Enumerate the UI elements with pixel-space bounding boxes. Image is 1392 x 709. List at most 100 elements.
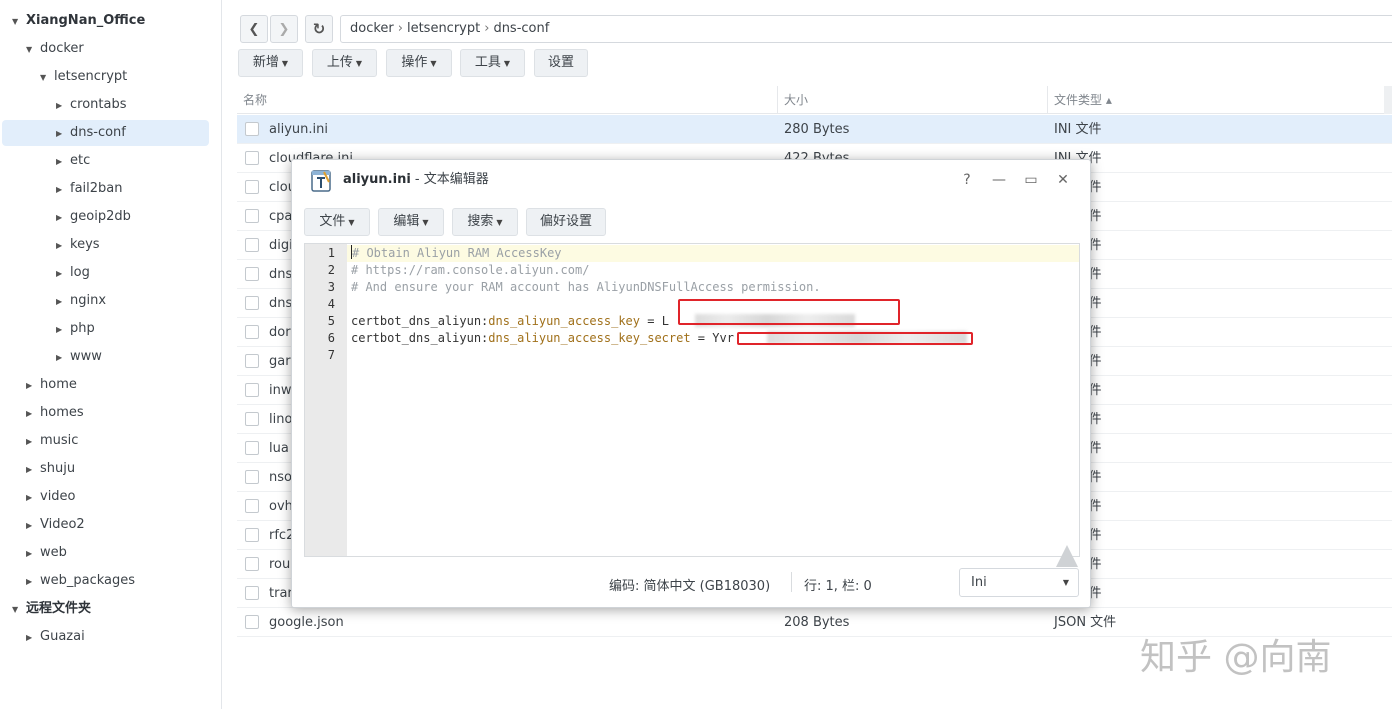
editor-menu-button[interactable]: 编辑 ▼ [378, 208, 444, 236]
resize-grip-icon[interactable] [1056, 545, 1078, 567]
tree-item-label: nginx [70, 293, 107, 308]
help-button[interactable]: ? [956, 168, 978, 192]
editor-menu-button[interactable]: 偏好设置 [526, 208, 606, 236]
caret-right-icon[interactable]: ▶ [26, 625, 38, 651]
tree-item[interactable]: ▶ home [26, 372, 77, 398]
row-checkbox[interactable] [245, 151, 259, 165]
path-segment[interactable]: letsencrypt [407, 21, 480, 36]
row-checkbox[interactable] [245, 499, 259, 513]
tree-item[interactable]: ▶ Video2 [26, 512, 85, 538]
table-row[interactable]: aliyun.ini 280 Bytes INI 文件 [237, 115, 1392, 144]
caret-right-icon[interactable]: ▶ [26, 429, 38, 455]
tree-item[interactable]: ▼ XiangNan_Office [12, 8, 145, 34]
caret-right-icon[interactable]: ▶ [26, 457, 38, 483]
tree-item-label: keys [70, 237, 100, 252]
tree-item[interactable]: ▼ docker [26, 36, 84, 62]
tree-item[interactable]: ▶ shuju [26, 456, 75, 482]
tree-item[interactable]: ▶ crontabs [56, 92, 127, 118]
tree-item[interactable]: ▶ web [26, 540, 67, 566]
caret-right-icon[interactable]: ▶ [26, 541, 38, 567]
row-checkbox[interactable] [245, 441, 259, 455]
row-checkbox[interactable] [245, 122, 259, 136]
caret-right-icon[interactable]: ▶ [56, 317, 68, 343]
caret-right-icon[interactable]: ▶ [56, 261, 68, 287]
row-checkbox[interactable] [245, 412, 259, 426]
column-type[interactable]: 文件类型 ▴ [1047, 86, 1384, 114]
close-button[interactable]: ✕ [1052, 168, 1074, 192]
tree-item[interactable]: ▶ fail2ban [56, 176, 123, 202]
row-checkbox[interactable] [245, 238, 259, 252]
row-checkbox[interactable] [245, 325, 259, 339]
code-editor[interactable]: 1 2 3 4 5 6 7 # Obtain Aliyun RAM AccessKey # h… [304, 243, 1080, 557]
caret-down-icon[interactable]: ▼ [40, 65, 52, 91]
toolbar-button[interactable]: 上传 ▼ [312, 49, 377, 77]
refresh-button[interactable]: ↻ [305, 15, 333, 43]
editor-titlebar[interactable]: aliyun.ini - 文本编辑器 ? — ▭ ✕ [292, 160, 1090, 200]
minimize-button[interactable]: — [988, 168, 1010, 192]
caret-right-icon[interactable]: ▶ [26, 401, 38, 427]
caret-right-icon[interactable]: ▶ [56, 121, 68, 147]
scrollbar[interactable] [1384, 86, 1392, 114]
caret-right-icon[interactable]: ▶ [26, 513, 38, 539]
tree-item[interactable]: ▶ nginx [56, 288, 106, 314]
tree-item[interactable]: ▶ www [56, 344, 102, 370]
row-checkbox[interactable] [245, 209, 259, 223]
row-checkbox[interactable] [245, 296, 259, 310]
back-button[interactable]: ❮ [240, 15, 268, 43]
editor-menu-label: 搜索 [467, 214, 494, 229]
column-size[interactable]: 大小 [777, 86, 1047, 114]
tree-item[interactable]: ▶ keys [56, 232, 100, 258]
row-checkbox[interactable] [245, 528, 259, 542]
caret-right-icon[interactable]: ▶ [56, 233, 68, 259]
row-checkbox[interactable] [245, 383, 259, 397]
row-checkbox[interactable] [245, 180, 259, 194]
caret-right-icon[interactable]: ▶ [56, 93, 68, 119]
path-bar[interactable]: docker › letsencrypt › dns-conf [340, 15, 1392, 43]
path-segment[interactable]: docker [350, 21, 394, 36]
tree-item[interactable]: ▶ homes [26, 400, 84, 426]
tree-item[interactable]: ▼ letsencrypt [40, 64, 127, 90]
row-checkbox[interactable] [245, 615, 259, 629]
editor-menu-button[interactable]: 文件 ▼ [304, 208, 370, 236]
caret-right-icon[interactable]: ▶ [56, 345, 68, 371]
tree-item[interactable]: ▶ log [56, 260, 90, 286]
forward-button[interactable]: ❯ [270, 15, 298, 43]
editor-menu-button[interactable]: 搜索 ▼ [452, 208, 518, 236]
caret-down-icon[interactable]: ▼ [26, 37, 38, 63]
row-checkbox[interactable] [245, 470, 259, 484]
caret-down-icon[interactable]: ▼ [12, 9, 24, 35]
line-number-gutter: 1 2 3 4 5 6 7 [305, 244, 347, 556]
toolbar-button[interactable]: 工具 ▼ [460, 49, 525, 77]
row-checkbox[interactable] [245, 557, 259, 571]
tree-item[interactable]: ▶ Guazai [26, 624, 85, 650]
row-checkbox[interactable] [245, 354, 259, 368]
tree-item[interactable]: ▼ 远程文件夹 [12, 596, 91, 622]
column-name[interactable]: 名称 [237, 86, 777, 114]
tree-item[interactable]: ▶ music [26, 428, 78, 454]
tree-item[interactable]: ▶ video [26, 484, 76, 510]
caret-right-icon[interactable]: ▶ [26, 373, 38, 399]
caret-right-icon[interactable]: ▶ [56, 177, 68, 203]
row-checkbox[interactable] [245, 586, 259, 600]
code-line: # And ensure your RAM account has Aliyun… [351, 279, 821, 296]
tree-item[interactable]: ▶ geoip2db [56, 204, 131, 230]
tree-item[interactable]: ▶ php [56, 316, 95, 342]
tree-item[interactable]: ▶ etc [56, 148, 90, 174]
toolbar-button[interactable]: 设置 [534, 49, 588, 77]
language-select[interactable]: Ini ▼ [959, 568, 1079, 597]
maximize-button[interactable]: ▭ [1020, 168, 1042, 192]
row-checkbox[interactable] [245, 267, 259, 281]
caret-right-icon[interactable]: ▶ [56, 149, 68, 175]
toolbar-button[interactable]: 新增 ▼ [238, 49, 303, 77]
encoding-status[interactable]: 编码: 简体中文 (GB18030) [609, 575, 770, 594]
tree-item[interactable]: ▶ dns-conf [2, 120, 209, 146]
caret-right-icon[interactable]: ▶ [26, 569, 38, 595]
caret-right-icon[interactable]: ▶ [56, 289, 68, 315]
path-segment[interactable]: dns-conf [493, 21, 549, 36]
tree-item[interactable]: ▶ web_packages [26, 568, 135, 594]
caret-right-icon[interactable]: ▶ [26, 485, 38, 511]
caret-right-icon[interactable]: ▶ [56, 205, 68, 231]
caret-down-icon[interactable]: ▼ [12, 597, 24, 623]
toolbar-button[interactable]: 操作 ▼ [386, 49, 452, 77]
line-number: 7 [327, 348, 335, 362]
